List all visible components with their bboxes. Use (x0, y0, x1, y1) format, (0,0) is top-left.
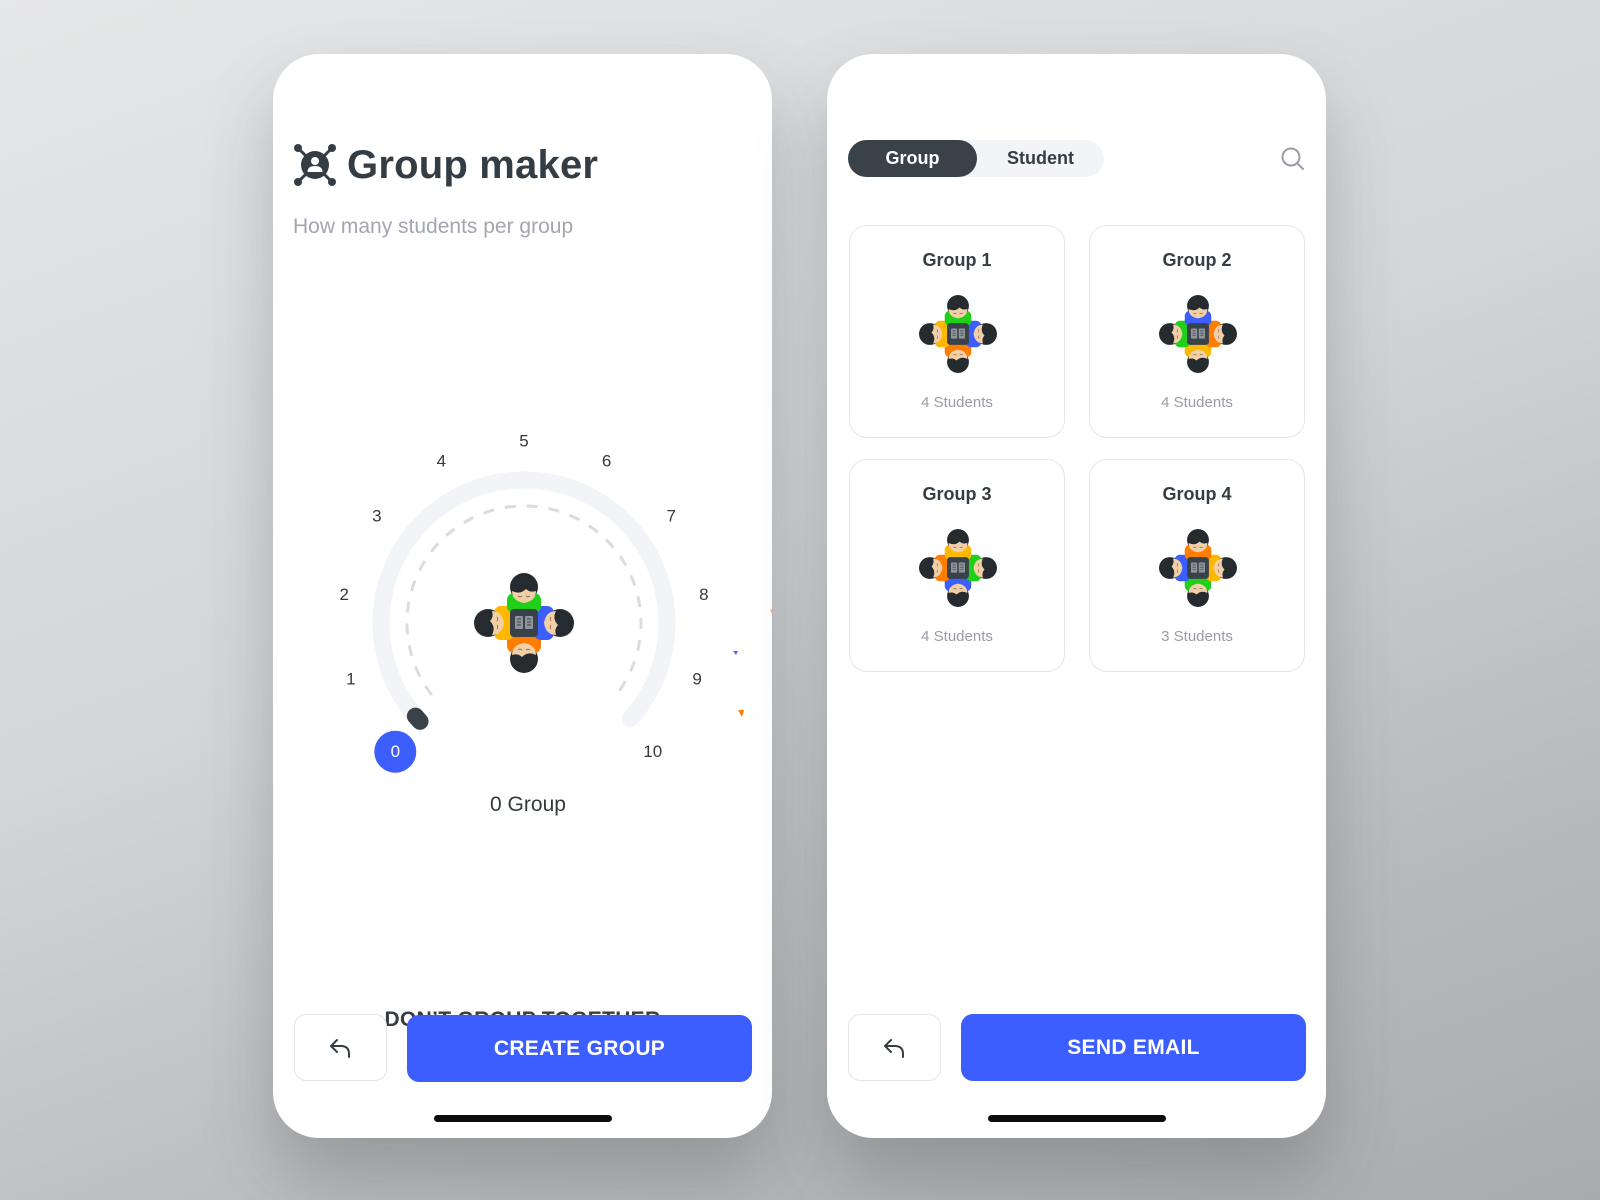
dial-tick-label[interactable]: 6 (602, 451, 611, 470)
dial-tick-label[interactable]: 3 (372, 507, 381, 526)
back-button[interactable] (294, 1014, 387, 1081)
confetti-piece (733, 651, 738, 655)
student-figure (534, 606, 574, 640)
group-card[interactable]: Group 1 4 Students (849, 225, 1065, 438)
group-count-label: 0 Group (490, 793, 566, 816)
student-figure (919, 554, 951, 582)
student-figure (1184, 575, 1212, 607)
student-figure (1184, 295, 1212, 327)
dial-tick-label[interactable]: 8 (699, 585, 708, 604)
reply-arrow-icon (329, 1038, 350, 1058)
students-per-group-dial: 1 2 3 4 5 6 7 8 9 10 0 0 Group (339, 432, 772, 816)
dial-tick-label[interactable]: 9 (692, 670, 701, 689)
dial-tick-label[interactable]: 5 (519, 432, 528, 451)
send-email-button[interactable]: SEND EMAIL (961, 1014, 1306, 1081)
group-card[interactable]: Group 4 3 Students (1089, 459, 1305, 672)
tab-group[interactable]: Group (848, 140, 977, 177)
group-student-count: 4 Students (921, 394, 993, 411)
group-card-title: Group 2 (1162, 250, 1232, 270)
group-table-illustration (1159, 295, 1237, 373)
student-figure (1205, 554, 1237, 582)
group-card-title: Group 1 (922, 250, 992, 270)
group-student-count: 4 Students (1161, 394, 1233, 411)
student-figure (965, 554, 997, 582)
create-group-button[interactable]: CREATE GROUP (407, 1015, 752, 1082)
search-icon[interactable] (1280, 146, 1306, 172)
tab-student[interactable]: Student (977, 140, 1104, 177)
student-figure (1159, 320, 1191, 348)
book-table (1187, 557, 1209, 579)
student-figure (1205, 320, 1237, 348)
student-figure (944, 341, 972, 373)
groups-result-screen: Group Student Group 1 4 Students Group 2… (827, 54, 1326, 1138)
dial-tick-label[interactable]: 7 (666, 507, 675, 526)
student-figure (474, 606, 514, 640)
view-toggle: Group Student (848, 140, 1104, 177)
group-table-illustration (1159, 529, 1237, 607)
back-button[interactable] (848, 1014, 941, 1081)
dial-tick-label[interactable]: 1 (346, 670, 355, 689)
reply-arrow-icon (883, 1038, 904, 1058)
group-card-title: Group 4 (1162, 484, 1232, 504)
home-indicator (433, 1115, 612, 1122)
student-figure (919, 320, 951, 348)
student-figure (944, 575, 972, 607)
student-figure (1184, 529, 1212, 561)
confetti-decoration (733, 609, 772, 717)
group-table-illustration (919, 529, 997, 607)
confetti-piece (770, 609, 772, 614)
selected-value-badge[interactable]: 0 (374, 730, 417, 773)
group-maker-screen: Group maker How many students per group … (273, 54, 772, 1138)
confetti-piece (738, 710, 744, 717)
book-table (1187, 323, 1209, 345)
book-table (947, 323, 969, 345)
dial-tick-label[interactable]: 2 (339, 585, 348, 604)
book-table (510, 609, 538, 637)
group-card[interactable]: Group 3 4 Students (849, 459, 1065, 672)
student-figure (944, 529, 972, 561)
student-figure (1159, 554, 1191, 582)
student-figure (507, 633, 541, 673)
student-figure (944, 295, 972, 327)
group-student-count: 3 Students (1161, 628, 1233, 645)
student-figure (1184, 341, 1212, 373)
home-indicator (987, 1115, 1166, 1122)
group-card-title: Group 3 (922, 484, 992, 504)
student-figure (507, 573, 541, 613)
dial-tick-label[interactable]: 4 (437, 451, 446, 470)
group-card[interactable]: Group 2 4 Students (1089, 225, 1305, 438)
group-student-count: 4 Students (921, 628, 993, 645)
group-table-illustration (474, 573, 574, 673)
group-table-illustration (919, 295, 997, 373)
student-figure (965, 320, 997, 348)
book-table (947, 557, 969, 579)
badge-value: 0 (391, 742, 400, 761)
dial-tick-label[interactable]: 10 (643, 742, 662, 761)
